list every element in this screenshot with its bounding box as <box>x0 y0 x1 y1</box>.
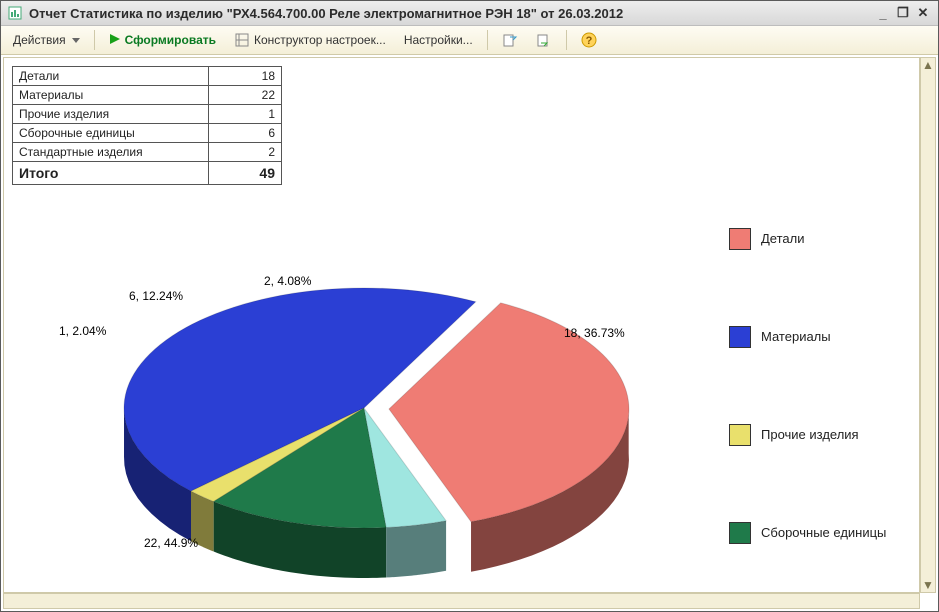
content-area: Детали 18 Материалы 22 Прочие изделия 1 … <box>1 55 938 611</box>
report-body: Детали 18 Материалы 22 Прочие изделия 1 … <box>3 57 920 593</box>
form-report-label: Сформировать <box>125 33 216 47</box>
legend-swatch <box>729 522 751 544</box>
window-title: Отчет Статистика по изделию "РХ4.564.700… <box>29 6 872 21</box>
legend-label: Детали <box>761 231 805 247</box>
constructor-icon <box>234 32 250 48</box>
legend-swatch <box>729 326 751 348</box>
table-row: Стандартные изделия 2 <box>13 143 282 162</box>
slice-label: 6, 12.24% <box>129 289 183 303</box>
legend-label: Прочие изделия <box>761 427 859 443</box>
cell-value: 1 <box>209 105 282 124</box>
cell-label: Сборочные единицы <box>13 124 209 143</box>
report-window: Отчет Статистика по изделию "РХ4.564.700… <box>0 0 939 612</box>
legend-label: Материалы <box>761 329 831 345</box>
close-button[interactable]: ✕ <box>914 5 932 21</box>
slice-label: 2, 4.08% <box>264 274 311 288</box>
legend-swatch <box>729 228 751 250</box>
legend-item: Детали <box>729 228 899 250</box>
pie-chart-svg <box>64 188 704 593</box>
scroll-down-icon: ▼ <box>921 578 935 592</box>
document-save-icon <box>536 32 552 48</box>
actions-menu-label: Действия <box>13 33 66 47</box>
window-icon <box>7 5 23 21</box>
chevron-down-icon <box>72 38 80 43</box>
legend-item: Материалы <box>729 326 899 348</box>
cell-value: 6 <box>209 124 282 143</box>
constructor-label: Конструктор настроек... <box>254 33 386 47</box>
slice-label: 1, 2.04% <box>59 324 106 338</box>
settings-label: Настройки... <box>404 33 473 47</box>
cell-label: Прочие изделия <box>13 105 209 124</box>
cell-value: 18 <box>209 67 282 86</box>
minimize-button[interactable]: _ <box>874 5 892 21</box>
scroll-up-icon: ▲ <box>921 58 935 72</box>
toolbar-separator <box>487 30 488 50</box>
titlebar: Отчет Статистика по изделию "РХ4.564.700… <box>1 1 938 26</box>
legend-item: Сборочные единицы <box>729 522 899 544</box>
toolbar-separator <box>94 30 95 50</box>
maximize-button[interactable]: ❐ <box>894 5 912 21</box>
horizontal-scrollbar[interactable] <box>3 593 920 609</box>
svg-text:?: ? <box>585 35 592 47</box>
toolbar-separator <box>566 30 567 50</box>
cell-value: 22 <box>209 86 282 105</box>
help-icon: ? <box>581 32 597 48</box>
total-value: 49 <box>209 162 282 185</box>
pie-chart <box>64 188 709 572</box>
slice-label: 18, 36.73% <box>564 326 625 340</box>
legend-item: Прочие изделия <box>729 424 899 446</box>
actions-menu-button[interactable]: Действия <box>7 29 86 51</box>
total-label: Итого <box>13 162 209 185</box>
table-row: Материалы 22 <box>13 86 282 105</box>
summary-table: Детали 18 Материалы 22 Прочие изделия 1 … <box>12 66 282 185</box>
table-row: Сборочные единицы 6 <box>13 124 282 143</box>
form-report-button[interactable]: Сформировать <box>103 29 222 51</box>
cell-value: 2 <box>209 143 282 162</box>
chart-legend: Детали Материалы Прочие изделия Сборочны… <box>729 228 899 544</box>
cell-label: Детали <box>13 67 209 86</box>
table-row: Прочие изделия 1 <box>13 105 282 124</box>
legend-swatch <box>729 424 751 446</box>
toolbar: Действия Сформировать Конструктор настро… <box>1 26 938 55</box>
settings-button[interactable]: Настройки... <box>398 29 479 51</box>
document-open-icon <box>502 32 518 48</box>
slice-label: 22, 44.9% <box>144 536 198 550</box>
legend-label: Сборочные единицы <box>761 525 886 541</box>
toolbar-icon-button-2[interactable] <box>530 29 558 51</box>
help-button[interactable]: ? <box>575 29 603 51</box>
play-icon <box>109 33 121 48</box>
constructor-button[interactable]: Конструктор настроек... <box>228 29 392 51</box>
vertical-scrollbar[interactable]: ▲ ▼ <box>920 57 936 593</box>
table-total-row: Итого 49 <box>13 162 282 185</box>
toolbar-icon-button-1[interactable] <box>496 29 524 51</box>
table-row: Детали 18 <box>13 67 282 86</box>
cell-label: Материалы <box>13 86 209 105</box>
cell-label: Стандартные изделия <box>13 143 209 162</box>
